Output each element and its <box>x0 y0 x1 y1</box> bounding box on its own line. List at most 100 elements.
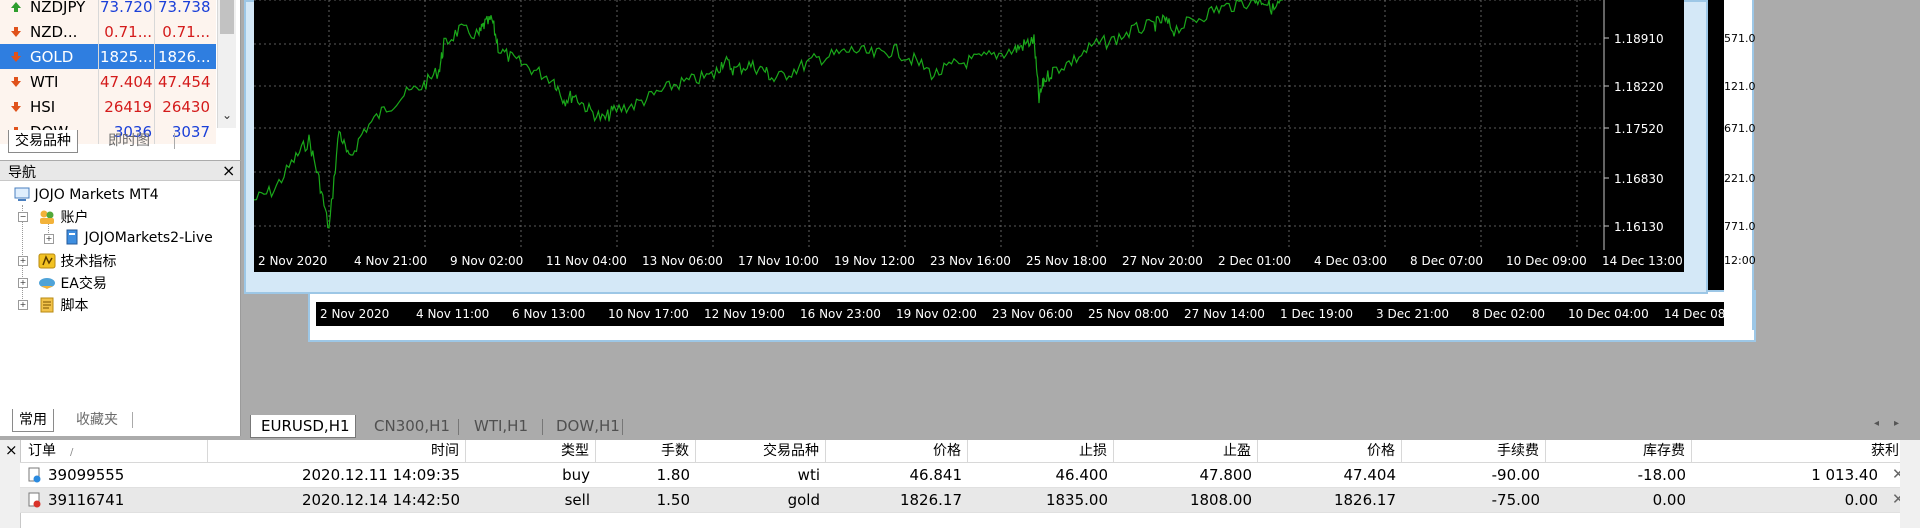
price-chart[interactable]: 1.18910 1.18220 1.17520 1.16830 1.16130 <box>253 0 1684 250</box>
close-icon[interactable]: × <box>222 161 235 180</box>
time-axis-label: 27 Nov 20:00 <box>1122 254 1203 268</box>
time-axis-label: 25 Nov 08:00 <box>1088 307 1169 321</box>
tab-chart-eurusd[interactable]: EURUSD,H1 <box>250 415 356 438</box>
chevron-right-icon[interactable]: ▸ <box>1894 418 1899 429</box>
column-header[interactable]: 类型 <box>466 440 596 462</box>
column-header-label: 获利 <box>1871 443 1899 459</box>
scrollbar-thumb[interactable] <box>220 0 234 34</box>
terminal-sidebar: × <box>0 440 21 528</box>
back-chart-tick-label: 221.0 <box>1724 172 1756 185</box>
table-cell: wti <box>797 466 820 484</box>
column-divider <box>154 94 155 119</box>
price-line <box>253 0 1283 229</box>
terminal-panel: × 39099555 2020.12.11 14:09:35 buy 1.80 wti 4… <box>0 440 1920 528</box>
market-watch-row[interactable]: NZD... 0.71... 0.71... <box>0 19 216 44</box>
column-header[interactable]: 价格 <box>826 440 968 462</box>
column-header[interactable]: 获利 <box>1692 440 1906 462</box>
table-cell: -90.00 <box>1491 466 1540 484</box>
time-axis-label: 13 Nov 06:00 <box>642 254 723 268</box>
chevron-left-icon[interactable]: ◂ <box>1874 418 1879 429</box>
arrow-down-icon <box>11 77 21 87</box>
terminal-scrollbar[interactable] <box>1900 440 1920 528</box>
column-header[interactable]: 止损 <box>968 440 1114 462</box>
table-cell: 1.50 <box>656 491 690 509</box>
price-tick-label: 1.18220 <box>1614 80 1664 94</box>
ask-price: 1826... <box>158 48 211 66</box>
column-header[interactable]: 订单 / <box>20 440 208 462</box>
terminal-icon <box>14 187 30 201</box>
symbol-name: GOLD <box>30 48 74 66</box>
time-axis-label: 19 Nov 12:00 <box>834 254 915 268</box>
table-row[interactable]: 39099555 2020.12.11 14:09:35 buy 1.80 wti 46.… <box>20 463 1920 488</box>
tab-symbols[interactable]: 交易品种 <box>8 130 78 153</box>
navigator-title: 导航 <box>8 165 36 181</box>
time-axis-label: 9 Nov 02:00 <box>450 254 524 268</box>
column-header[interactable]: 库存费 <box>1546 440 1692 462</box>
table-cell: 1.80 <box>656 466 690 484</box>
table-cell: gold <box>787 491 820 509</box>
column-header-label: 价格 <box>933 443 961 459</box>
column-header[interactable]: 止盈 <box>1114 440 1258 462</box>
tree-item-accounts[interactable]: 账户 <box>38 207 88 227</box>
time-axis-label: 4 Dec 03:00 <box>1314 254 1388 268</box>
table-cell: 46.841 <box>909 466 963 484</box>
tree-item-server[interactable]: JOJOMarkets2-Live <box>64 229 213 246</box>
column-header[interactable]: 价格 <box>1258 440 1402 462</box>
price-tick-label: 1.16830 <box>1614 172 1664 186</box>
time-axis-label: 25 Nov 18:00 <box>1026 254 1107 268</box>
tab-chart-wti[interactable]: WTI,H1 <box>474 417 528 435</box>
time-axis-label: 4 Nov 21:00 <box>354 254 428 268</box>
expand-icon[interactable]: + <box>44 234 54 244</box>
table-row[interactable]: 39116741 2020.12.14 14:42:50 sell 1.50 gold 1… <box>20 488 1920 513</box>
collapse-icon[interactable]: − <box>18 212 28 222</box>
column-divider <box>98 19 99 44</box>
column-header-label: 库存费 <box>1643 443 1685 459</box>
chevron-down-icon[interactable]: ⌄ <box>221 108 233 122</box>
chart-area[interactable]: 1.18910 1.18220 1.17520 1.16830 1.16130 <box>253 0 1684 250</box>
column-header[interactable]: 手数 <box>596 440 696 462</box>
table-cell: 2020.12.14 14:42:50 <box>301 491 460 509</box>
tab-tick-chart[interactable]: 即时图 <box>102 130 156 152</box>
market-watch-row[interactable]: WTI 47.404 47.454 <box>0 69 216 94</box>
market-watch-scrollbar[interactable]: ⌄ <box>217 0 236 128</box>
expand-icon[interactable]: + <box>18 256 28 266</box>
column-header-label: 手数 <box>661 443 689 459</box>
tree-item-scripts[interactable]: 脚本 <box>38 295 88 315</box>
close-icon[interactable]: × <box>5 441 18 459</box>
navigator-root[interactable]: JOJO Markets MT4 <box>14 186 159 203</box>
table-cell: -18.00 <box>1637 466 1686 484</box>
column-header-label: 类型 <box>561 443 589 459</box>
time-axis-back: 2 Nov 2020 4 Nov 11:00 6 Nov 13:00 10 Nov 1… <box>316 302 1748 326</box>
tree-item-experts[interactable]: EA交易 <box>38 273 107 293</box>
ask-price: 47.454 <box>158 73 211 91</box>
expand-icon[interactable]: + <box>18 300 28 310</box>
market-watch-row[interactable]: NZDJPY 73.720 73.738 <box>0 0 216 19</box>
expand-icon[interactable]: + <box>18 278 28 288</box>
tab-divider <box>132 412 133 428</box>
price-tick-label: 1.17520 <box>1614 122 1664 136</box>
tree-item-indicators[interactable]: 技术指标 <box>38 251 116 271</box>
market-watch-row[interactable]: HSI 26419 26430 <box>0 94 216 119</box>
tab-chart-dow[interactable]: DOW,H1 <box>556 417 620 435</box>
column-divider <box>98 69 99 94</box>
time-axis-label: 12 Nov 19:00 <box>704 307 785 321</box>
ask-price: 0.71... <box>162 23 210 41</box>
arrow-down-icon <box>11 52 21 62</box>
symbol-name: NZDJPY <box>30 0 86 16</box>
time-axis-label: 2 Nov 2020 <box>320 307 390 321</box>
column-header[interactable]: 交易品种 <box>696 440 826 462</box>
column-divider <box>154 19 155 44</box>
market-watch-row[interactable]: GOLD 1825... 1826... <box>0 44 216 69</box>
navigator-titlebar: 导航 × <box>0 161 240 181</box>
column-header[interactable]: 时间 <box>208 440 466 462</box>
table-cell: 1808.00 <box>1189 491 1252 509</box>
tab-chart-cn300[interactable]: CN300,H1 <box>374 417 450 435</box>
table-cell: 1826.17 <box>1333 491 1396 509</box>
back-chart-tick-label: 571.0 <box>1724 32 1756 45</box>
tab-common[interactable]: 常用 <box>12 409 54 432</box>
column-header[interactable]: 手续费 <box>1402 440 1546 462</box>
time-axis-main: 2 Nov 2020 4 Nov 21:00 9 Nov 02:00 11 Nov 0… <box>254 250 1684 272</box>
column-divider <box>98 94 99 119</box>
time-axis-label: 2 Dec 01:00 <box>1218 254 1292 268</box>
tab-favorites[interactable]: 收藏夹 <box>70 409 124 431</box>
